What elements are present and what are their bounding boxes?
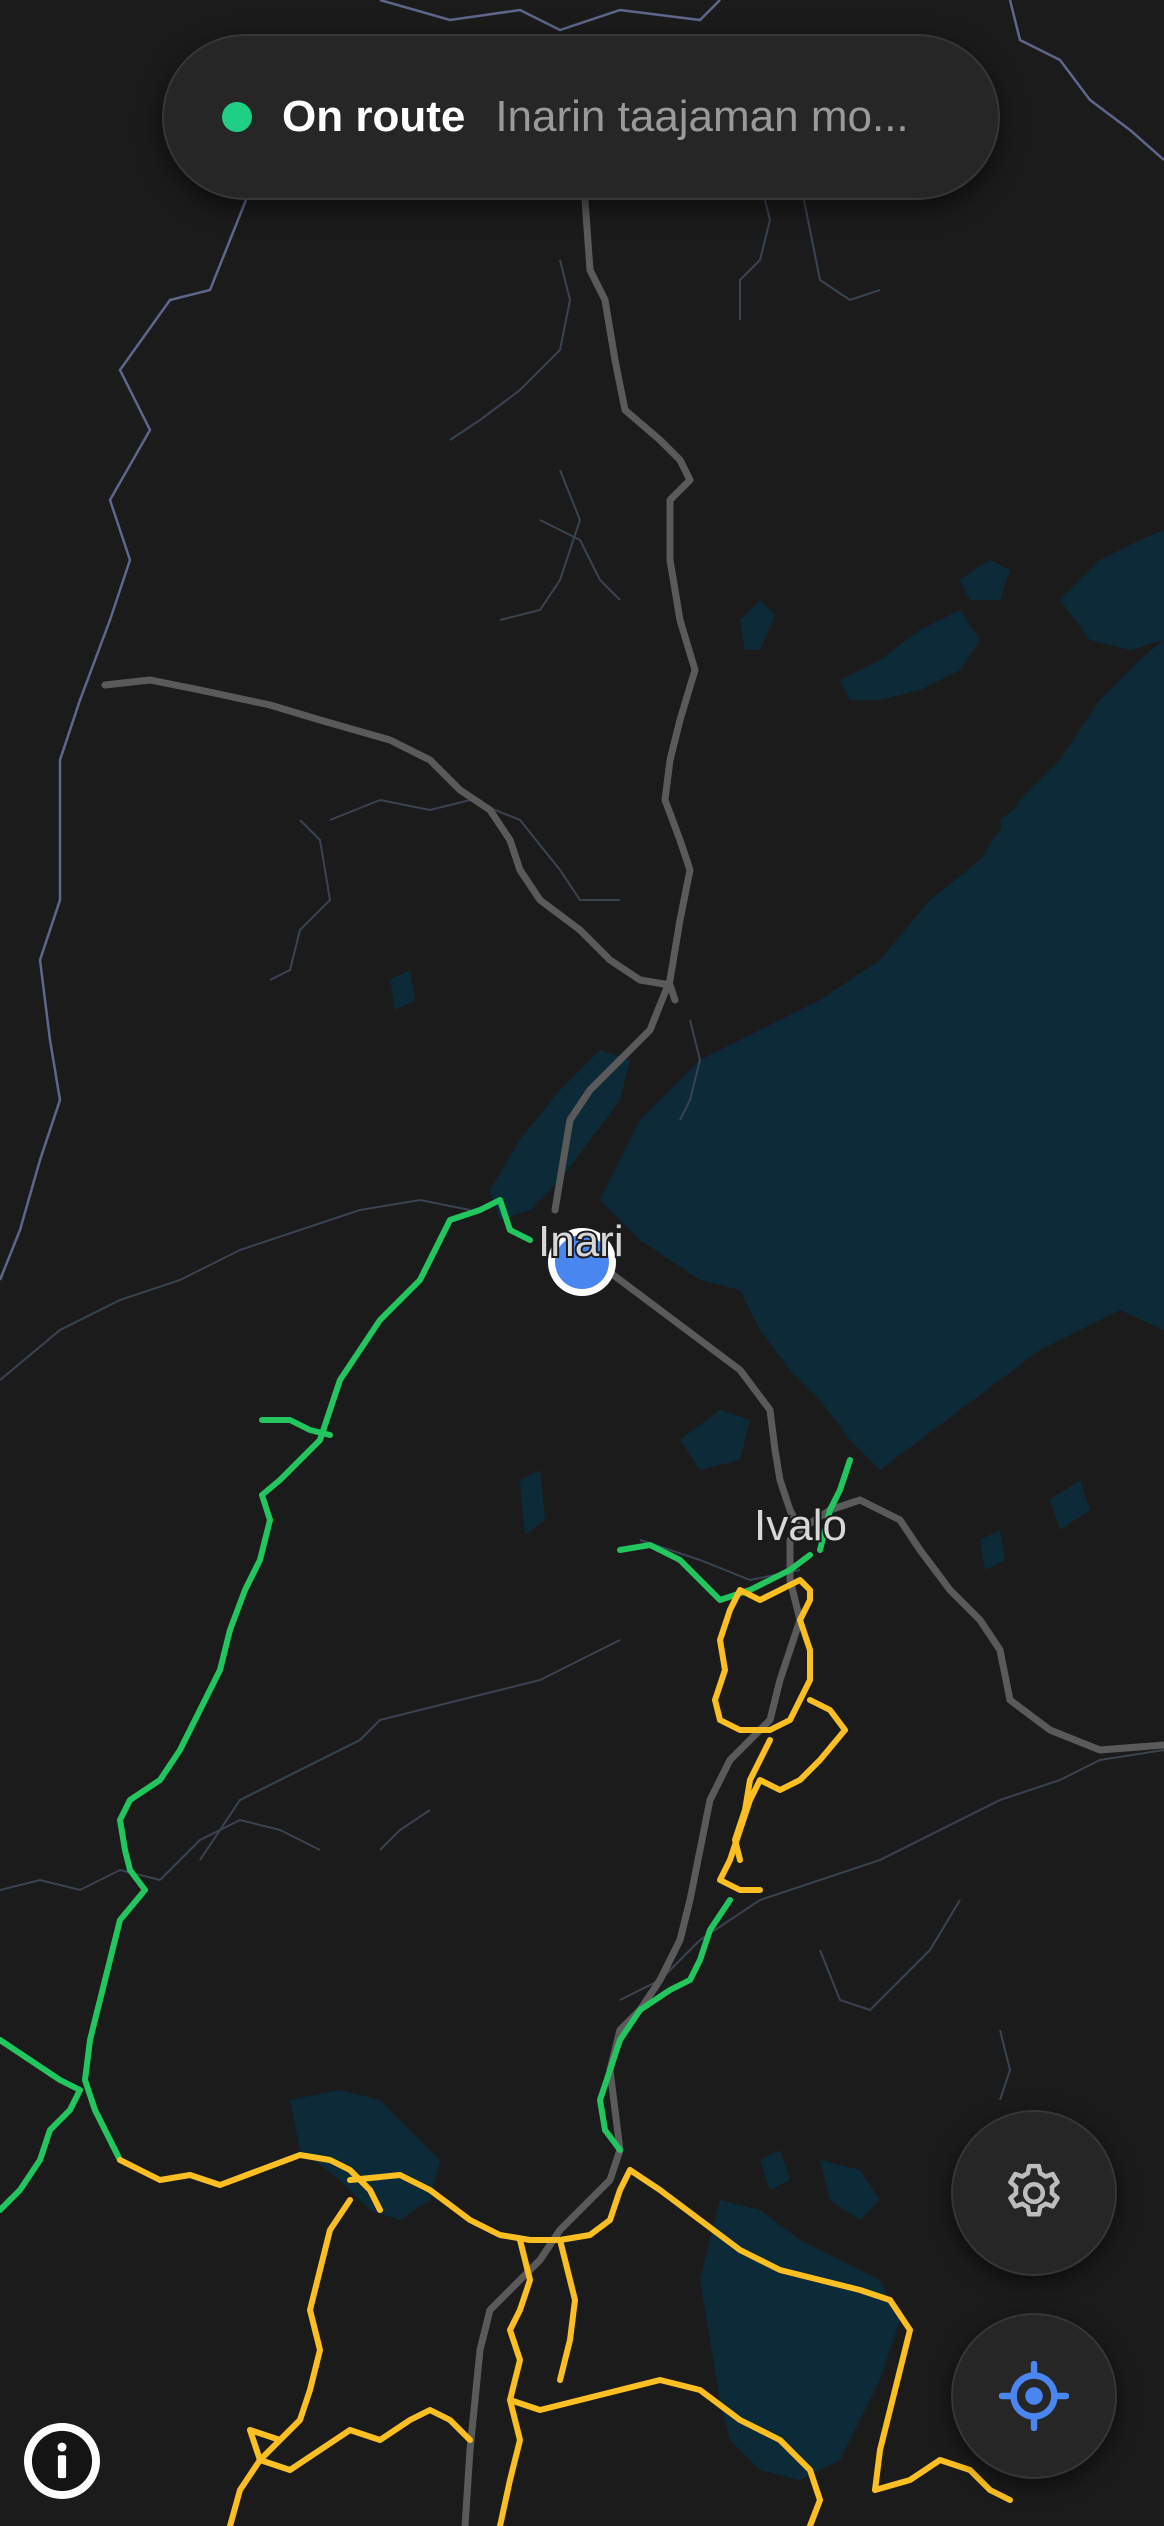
destination-name: Inarin taajaman mo... (495, 92, 909, 141)
settings-button[interactable] (951, 2110, 1117, 2276)
crosshair-icon (999, 2361, 1069, 2431)
place-label-inari: Inari (538, 1217, 624, 1266)
info-icon (31, 2430, 93, 2492)
status-indicator-dot (222, 102, 252, 132)
gear-icon (1008, 2163, 1060, 2217)
place-label-ivalo: Ivalo (754, 1501, 847, 1550)
locate-me-button[interactable] (951, 2313, 1117, 2479)
route-status-banner[interactable]: On route Inarin taajaman mo... (162, 34, 1000, 200)
status-label: On route (282, 92, 466, 141)
map-attribution-info-button[interactable] (24, 2423, 100, 2499)
